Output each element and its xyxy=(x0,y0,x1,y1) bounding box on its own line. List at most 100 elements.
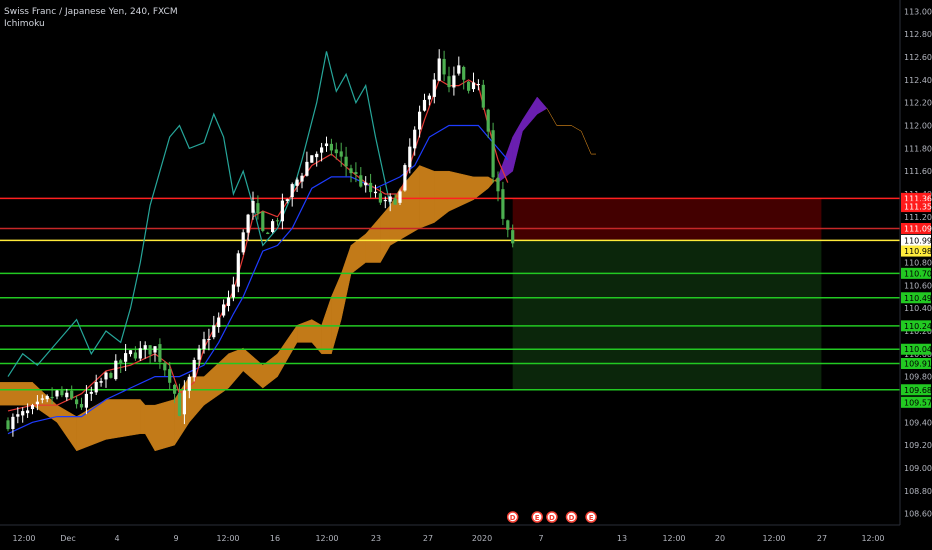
candle-body xyxy=(236,253,240,287)
ichimoku-cloud-segment xyxy=(434,170,450,224)
price-tick-label: 109.200 xyxy=(904,441,932,450)
candle-body xyxy=(222,304,226,316)
candle-body xyxy=(320,147,324,153)
price-tick-label: 112.000 xyxy=(904,122,932,131)
candle-body xyxy=(109,373,113,378)
price-label-text: 109.685 xyxy=(904,386,932,395)
candle-body xyxy=(148,345,152,355)
candle-body xyxy=(496,177,500,192)
candle-body xyxy=(187,376,191,391)
price-label-text: 110.994 xyxy=(904,236,932,245)
price-tick-label: 109.000 xyxy=(904,464,932,473)
event-marker-label: D xyxy=(510,514,516,522)
candle-body xyxy=(11,416,15,429)
candle-body xyxy=(35,401,39,405)
candle-body xyxy=(300,175,304,182)
candle-body xyxy=(467,81,471,91)
time-tick-label: 7 xyxy=(538,534,543,543)
candle-body xyxy=(21,411,25,416)
candle-body xyxy=(413,129,417,149)
candle-body xyxy=(168,369,172,383)
price-tick-label: 108.800 xyxy=(904,487,932,496)
candle-body xyxy=(75,399,79,405)
ichimoku-cloud-segment xyxy=(512,118,523,172)
time-tick-label: 16 xyxy=(270,534,280,543)
time-tick-label: 12:00 xyxy=(662,534,685,543)
ichimoku-cloud-segment xyxy=(331,273,342,354)
price-tick-label: 111.800 xyxy=(904,144,932,153)
candle-body xyxy=(290,184,294,198)
ichimoku-cloud-segment xyxy=(296,319,313,343)
candle-body xyxy=(447,76,451,88)
candle-body xyxy=(432,79,436,97)
candle-body xyxy=(452,75,456,88)
time-tick-label: 12:00 xyxy=(762,534,785,543)
chart-root[interactable]: 113.000 112.800 112.600 112.400 112.200 112.0… xyxy=(0,0,932,550)
price-label-text: 110.040 xyxy=(904,345,932,354)
time-tick-label: 4 xyxy=(114,534,119,543)
candle-body xyxy=(89,391,93,394)
candle-body xyxy=(256,203,260,214)
candle-body xyxy=(65,392,69,398)
ichimoku-cloud-segment xyxy=(140,398,146,434)
candle-body xyxy=(506,220,510,230)
candle-body xyxy=(173,384,177,394)
candle-body xyxy=(217,317,221,328)
candle-body xyxy=(197,348,201,360)
candle-body xyxy=(364,182,368,186)
time-tick-label: 12:00 xyxy=(315,534,338,543)
candle-body xyxy=(16,414,20,417)
candle-body xyxy=(462,66,466,80)
stop-loss-zone xyxy=(512,198,822,241)
candle-body xyxy=(403,165,407,191)
price-tick-label: 112.800 xyxy=(904,30,932,39)
ichimoku-cloud-segment xyxy=(203,353,229,406)
candle-body xyxy=(427,95,431,100)
price-tick-label: 110.600 xyxy=(904,281,932,290)
candle-body xyxy=(310,155,314,163)
price-chart[interactable]: 113.000 112.800 112.600 112.400 112.200 112.0… xyxy=(0,0,932,550)
time-tick-label: 27 xyxy=(817,534,827,543)
candle-body xyxy=(133,352,137,359)
price-tick-label: 110.800 xyxy=(904,259,932,268)
price-tick-label: 109.800 xyxy=(904,373,932,382)
candle-body xyxy=(305,161,309,176)
candle-body xyxy=(6,420,10,430)
candle-body xyxy=(128,350,133,355)
candle-body xyxy=(408,146,412,168)
candle-body xyxy=(359,175,363,187)
candle-body xyxy=(202,339,206,350)
price-tick-label: 111.200 xyxy=(904,213,932,222)
time-tick-label: 23 xyxy=(371,534,381,543)
candle-body xyxy=(418,111,422,130)
candle-body xyxy=(94,382,98,393)
candle-body xyxy=(471,82,476,90)
time-tick-label: 12:00 xyxy=(216,534,239,543)
indicator-name: Ichimoku xyxy=(4,19,45,29)
ichimoku-cloud-segment xyxy=(546,108,558,126)
candle-body xyxy=(398,191,402,203)
candle-body xyxy=(143,345,147,350)
candle-body xyxy=(442,58,446,75)
candle-body xyxy=(153,346,157,353)
event-marker-label: D xyxy=(549,514,555,522)
candle-body xyxy=(275,220,280,222)
candle-body xyxy=(339,151,343,157)
candle-body xyxy=(280,200,284,222)
candle-body xyxy=(207,338,211,341)
ichimoku-cloud-segment xyxy=(105,399,141,440)
time-tick-label: 12:00 xyxy=(12,534,35,543)
ichimoku-cloud-segment xyxy=(380,204,391,264)
price-tick-label: 108.600 xyxy=(904,510,932,519)
event-marker-label: D xyxy=(569,514,575,522)
time-tick-label: 12:00 xyxy=(861,534,884,543)
candle-body xyxy=(476,84,480,86)
candle-body xyxy=(266,232,270,235)
candle-body xyxy=(192,359,196,378)
candle-body xyxy=(378,193,382,203)
price-label-text: 111.098 xyxy=(904,224,932,233)
chart-header: Swiss Franc / Japanese Yen, 240, FXCM Ic… xyxy=(4,6,178,30)
candle-body xyxy=(40,398,44,400)
price-label-text: 110.988 xyxy=(904,247,932,256)
ichimoku-cloud-segment xyxy=(56,404,77,452)
